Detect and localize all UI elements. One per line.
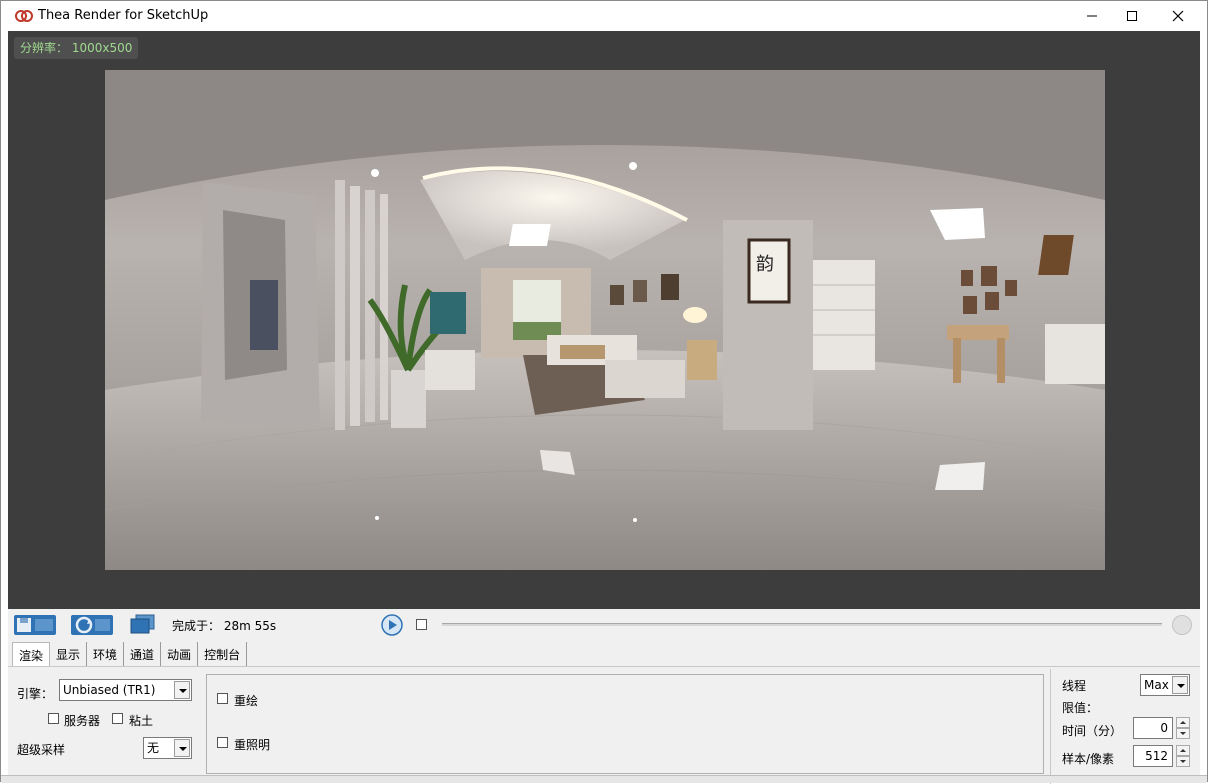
- render-limits-section: 线程 Max 限值： 时间（分） 0 样本/像素 512: [1050, 669, 1200, 784]
- chevron-down-icon: [1172, 676, 1188, 694]
- relight-label: 重照明: [234, 738, 271, 752]
- samples-input[interactable]: 512: [1133, 745, 1173, 767]
- thea-logo-icon: [15, 10, 33, 22]
- samples-stepper[interactable]: [1176, 745, 1190, 767]
- clay-checkbox[interactable]: [112, 713, 123, 724]
- threads-label: 线程: [1062, 679, 1087, 693]
- render-viewport: 分辨率： 1000x500 韵: [8, 31, 1200, 609]
- threads-value: Max: [1144, 678, 1169, 692]
- chevron-down-icon: [174, 681, 190, 699]
- tab-console[interactable]: 控制台: [198, 642, 248, 666]
- threads-select[interactable]: Max: [1140, 674, 1190, 696]
- auto-render-checkbox[interactable]: [416, 619, 427, 630]
- engine-value: Unbiased (TR1): [63, 683, 156, 697]
- status-time: 28m 55s: [223, 619, 277, 633]
- up-arrow-icon[interactable]: [1176, 745, 1190, 756]
- tab-render[interactable]: 渲染: [12, 642, 51, 667]
- engine-select[interactable]: Unbiased (TR1): [59, 679, 192, 701]
- time-limit-label: 时间（分）: [1062, 724, 1123, 738]
- status-label: 完成于：: [172, 619, 221, 633]
- up-arrow-icon[interactable]: [1176, 717, 1190, 728]
- render-control-panel: 完成于： 28m 55s 渲染 显示 环境 通道 动画 控制台 引擎： Unbi…: [8, 609, 1200, 784]
- time-limit-stepper[interactable]: [1176, 717, 1190, 739]
- refresh-render-button[interactable]: [70, 613, 114, 637]
- resolution-value: 1000x500: [71, 41, 133, 55]
- save-image-button[interactable]: [13, 613, 57, 637]
- thea-render-window: Thea Render for SketchUp 分辨率： 1000x500 韵…: [0, 0, 1208, 784]
- redraw-checkbox[interactable]: [217, 693, 228, 704]
- supersampling-select[interactable]: 无: [143, 737, 192, 759]
- supersampling-value: 无: [147, 741, 160, 755]
- down-arrow-icon[interactable]: [1176, 728, 1190, 739]
- resolution-label: 分辨率：: [20, 41, 69, 55]
- down-arrow-icon[interactable]: [1176, 756, 1190, 767]
- render-status: 完成于： 28m 55s: [172, 617, 276, 634]
- tab-animation[interactable]: 动画: [161, 642, 199, 666]
- copy-icon: [130, 614, 155, 634]
- stop-render-button[interactable]: [1172, 615, 1192, 635]
- maximize-button[interactable]: [1109, 1, 1155, 31]
- interactive-options-group: 重绘 重照明: [206, 674, 1044, 774]
- clay-label: 粘土: [129, 714, 154, 728]
- start-render-button[interactable]: [380, 613, 404, 637]
- play-icon: [381, 614, 403, 636]
- minimize-icon: [1087, 15, 1097, 17]
- limits-label: 限值：: [1062, 701, 1099, 715]
- time-limit-input[interactable]: 0: [1133, 717, 1173, 739]
- refresh-icon: [71, 615, 113, 635]
- engine-label: 引擎：: [17, 687, 54, 701]
- save-icon: [14, 615, 56, 635]
- close-icon: [1172, 10, 1184, 22]
- supersampling-label: 超级采样: [17, 743, 66, 757]
- redraw-label: 重绘: [234, 694, 259, 708]
- server-label: 服务器: [64, 714, 101, 728]
- svg-text:韵: 韵: [756, 254, 774, 275]
- resolution-badge: 分辨率： 1000x500: [14, 37, 139, 59]
- samples-label: 样本/像素: [1062, 752, 1115, 766]
- render-tab-body: 引擎： Unbiased (TR1) 服务器 粘土 超级采样 无 重绘 重照明: [8, 666, 1200, 784]
- settings-tabs: 渲染 显示 环境 通道 动画 控制台: [12, 642, 248, 667]
- window-title: Thea Render for SketchUp: [38, 8, 209, 23]
- relight-checkbox[interactable]: [217, 737, 228, 748]
- tab-display[interactable]: 显示: [50, 642, 88, 666]
- chevron-down-icon: [174, 739, 190, 757]
- render-progress-bar: [442, 623, 1162, 626]
- close-button[interactable]: [1155, 1, 1201, 31]
- rendered-panorama-image: 韵: [105, 70, 1105, 570]
- server-checkbox[interactable]: [48, 713, 59, 724]
- maximize-icon: [1127, 11, 1137, 21]
- tab-channels[interactable]: 通道: [124, 642, 162, 666]
- title-bar: Thea Render for SketchUp: [1, 1, 1207, 31]
- tab-environment[interactable]: 环境: [87, 642, 125, 666]
- copy-image-button[interactable]: [127, 613, 157, 637]
